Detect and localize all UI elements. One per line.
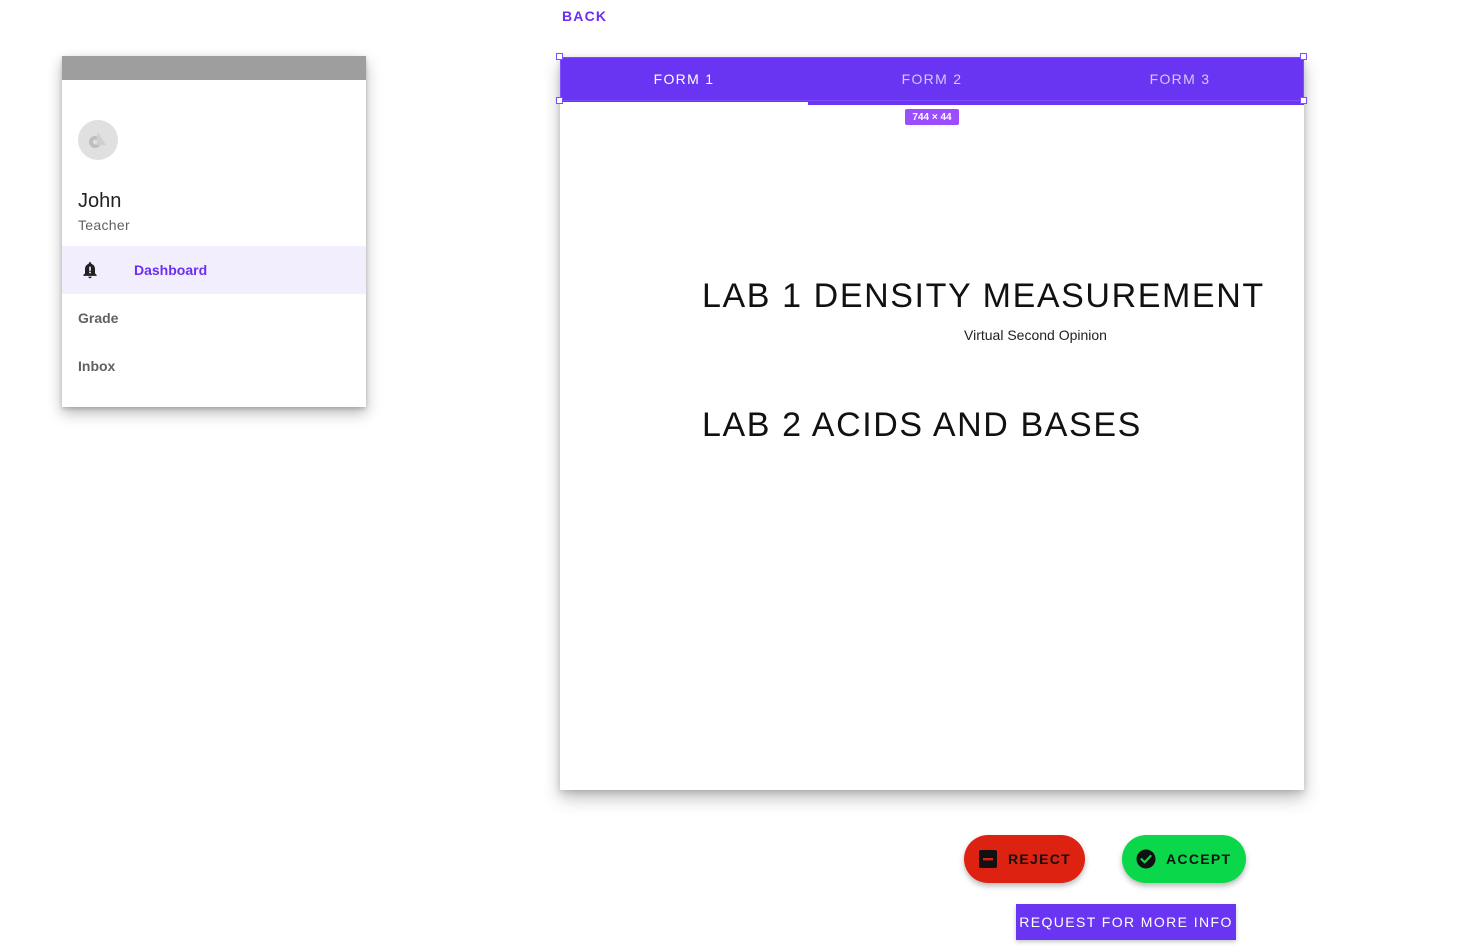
request-more-info-button[interactable]: REQUEST FOR MORE INFO [1016,904,1236,940]
tab-form-1[interactable]: FORM 1 [560,57,808,105]
lab-2-title: LAB 2 ACIDS AND BASES [702,406,1142,444]
selection-handle[interactable] [1300,53,1307,60]
back-link[interactable]: BACK [562,8,607,24]
drawer-item-grade[interactable]: Grade [62,294,366,342]
nav-drawer: John Teacher Dashboard Grade Inbox [62,56,366,407]
drawer-item-label: Inbox [78,358,116,374]
minus-box-icon [979,850,997,868]
tab-form-3[interactable]: FORM 3 [1056,57,1304,101]
drawer-item-label: Dashboard [134,262,208,278]
bell-alert-icon [83,262,97,279]
drawer-item-dashboard[interactable]: Dashboard [62,246,366,294]
form-card: FORM 1 FORM 2 FORM 3 LAB 1 DENSITY MEASU… [560,57,1304,790]
active-tab-indicator [560,102,808,105]
accept-button[interactable]: ACCEPT [1122,835,1246,883]
avatar-placeholder-icon [89,132,106,148]
accept-label: ACCEPT [1166,851,1232,867]
avatar [78,120,118,160]
lab-1-title: LAB 1 DENSITY MEASUREMENT [702,277,1265,315]
check-circle-icon [1136,849,1156,869]
reject-label: REJECT [1008,851,1072,867]
form-tabs: FORM 1 FORM 2 FORM 3 [560,57,1304,105]
drawer-item-inbox[interactable]: Inbox [62,342,366,390]
tab-form-2[interactable]: FORM 2 [808,57,1056,101]
selection-size-badge: 744 × 44 [905,109,959,125]
user-name: John [78,190,122,212]
selection-handle[interactable] [1300,97,1307,104]
drawer-header-bar [62,56,366,80]
lab-1-subtitle: Virtual Second Opinion [964,327,1107,343]
drawer-item-label: Grade [78,310,119,326]
selection-handle[interactable] [556,97,563,104]
tab-indicator-bar [560,101,1304,105]
selection-handle[interactable] [556,53,563,60]
user-role: Teacher [78,217,130,233]
reject-button[interactable]: REJECT [964,835,1085,883]
